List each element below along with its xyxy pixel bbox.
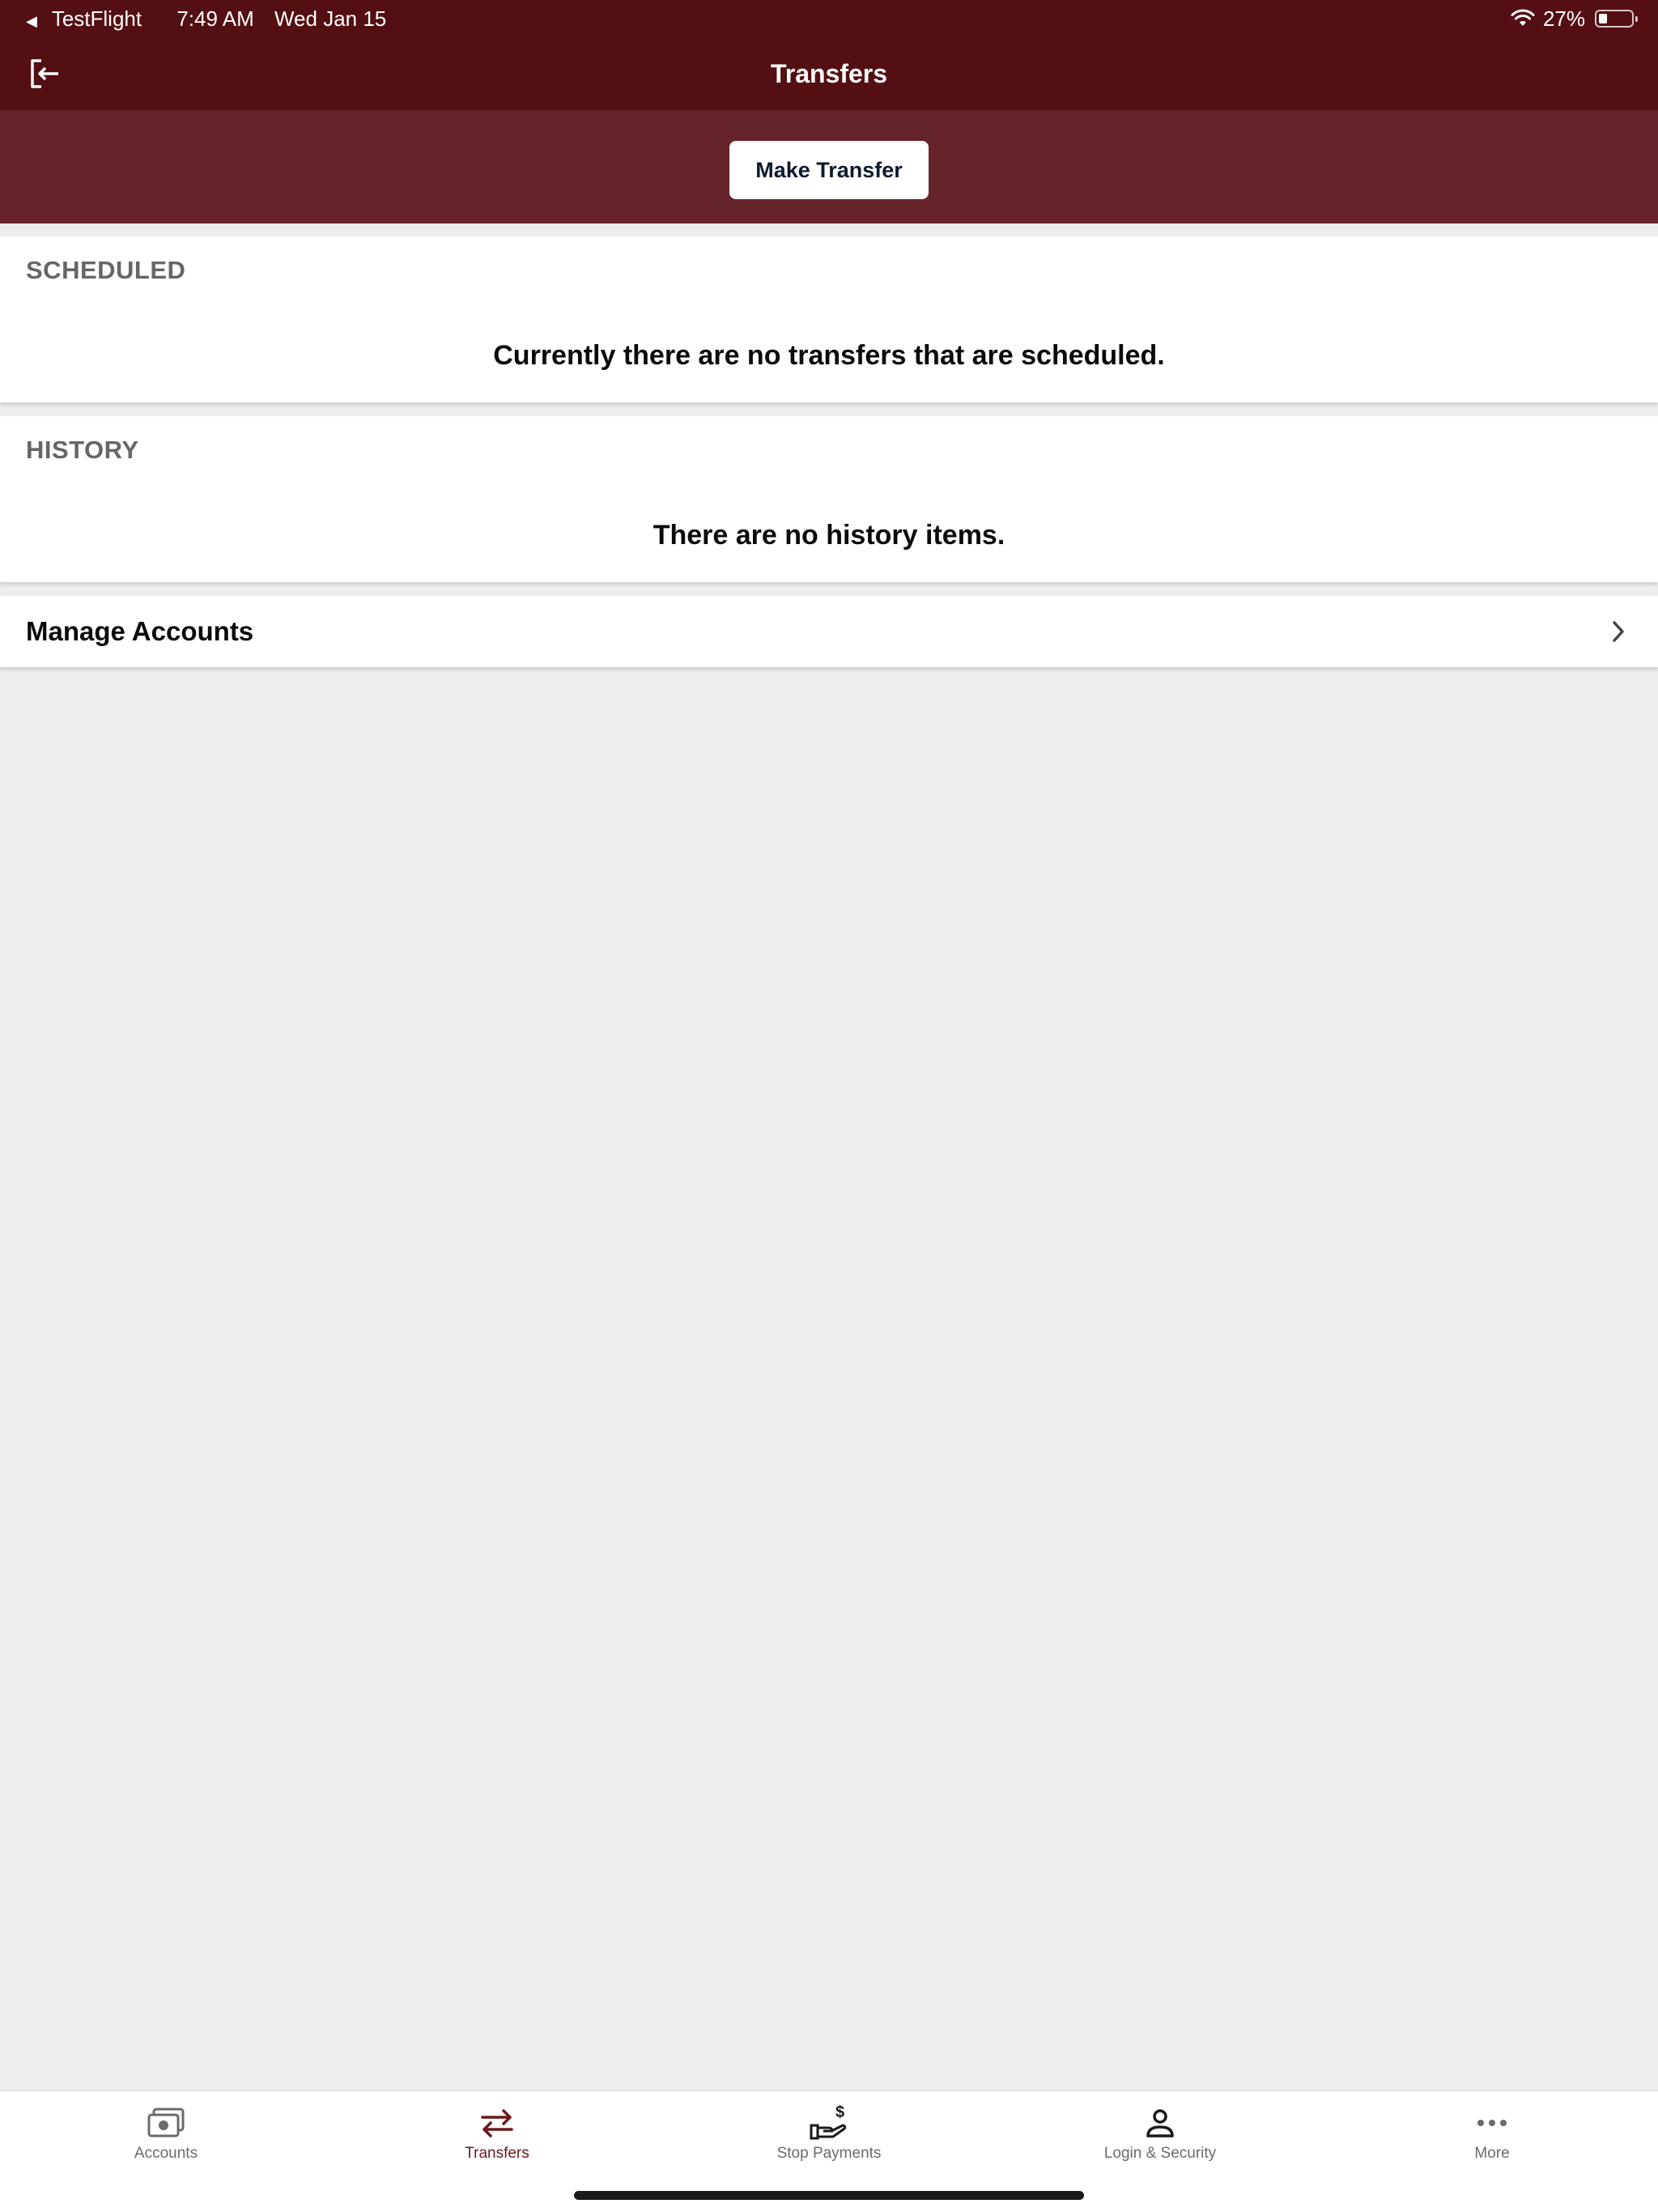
status-time: 7:49 AM xyxy=(176,6,254,31)
battery-icon xyxy=(1595,10,1638,28)
back-app-label: TestFlight xyxy=(51,6,142,31)
status-date: Wed Jan 15 xyxy=(274,6,387,31)
tab-label: Login & Security xyxy=(1103,2145,1217,2162)
back-to-app-link[interactable]: ◀ TestFlight xyxy=(26,6,156,31)
status-left: ◀ TestFlight 7:49 AM Wed Jan 15 xyxy=(26,0,401,40)
action-band: Make Transfer xyxy=(0,110,1658,223)
back-triangle-icon: ◀ xyxy=(26,13,37,29)
nav-bar: Transfers xyxy=(0,37,1658,110)
tab-transfers[interactable]: Transfers xyxy=(331,2091,663,2180)
wifi-icon xyxy=(1511,9,1535,26)
tab-label: More xyxy=(1474,2145,1510,2162)
manage-accounts-row[interactable]: Manage Accounts xyxy=(0,596,1658,667)
history-header: HISTORY xyxy=(26,436,139,464)
tab-login-security[interactable]: Login & Security xyxy=(994,2091,1326,2180)
history-empty-message: There are no history items. xyxy=(653,520,1005,551)
scheduled-section: SCHEDULED Currently there are no transfe… xyxy=(0,236,1658,402)
scheduled-empty-message: Currently there are no transfers that ar… xyxy=(493,340,1165,371)
status-bar: ◀ TestFlight 7:49 AM Wed Jan 15 27% xyxy=(0,0,1658,37)
tab-stop-payments[interactable]: $ Stop Payments xyxy=(663,2091,995,2180)
scheduled-header: SCHEDULED xyxy=(26,256,186,284)
transfers-screen: ◀ TestFlight 7:49 AM Wed Jan 15 27% Tran… xyxy=(0,0,1658,2212)
make-transfer-button[interactable]: Make Transfer xyxy=(729,141,929,199)
tab-label: Accounts xyxy=(134,2145,198,2162)
history-section: HISTORY There are no history items. xyxy=(0,416,1658,582)
manage-accounts-label: Manage Accounts xyxy=(26,616,254,646)
money-icon xyxy=(0,2104,332,2142)
svg-text:$: $ xyxy=(835,2104,844,2121)
battery-percent: 27% xyxy=(1542,6,1585,31)
battery-nub xyxy=(1635,16,1638,22)
tab-label: Transfers xyxy=(465,2145,529,2162)
transfer-arrows-icon xyxy=(331,2104,663,2142)
battery-fill xyxy=(1599,14,1607,23)
hand-dollar-icon: $ xyxy=(663,2104,995,2142)
more-dots-icon xyxy=(1326,2104,1658,2142)
status-right: 27% xyxy=(1511,0,1638,37)
tab-label: Stop Payments xyxy=(776,2145,882,2162)
tab-more[interactable]: More xyxy=(1326,2091,1658,2180)
page-title: Transfers xyxy=(770,59,888,88)
home-indicator[interactable] xyxy=(574,2191,1084,2200)
person-icon xyxy=(994,2104,1326,2142)
chevron-right-icon xyxy=(1613,621,1624,642)
tab-accounts[interactable]: Accounts xyxy=(0,2091,332,2180)
